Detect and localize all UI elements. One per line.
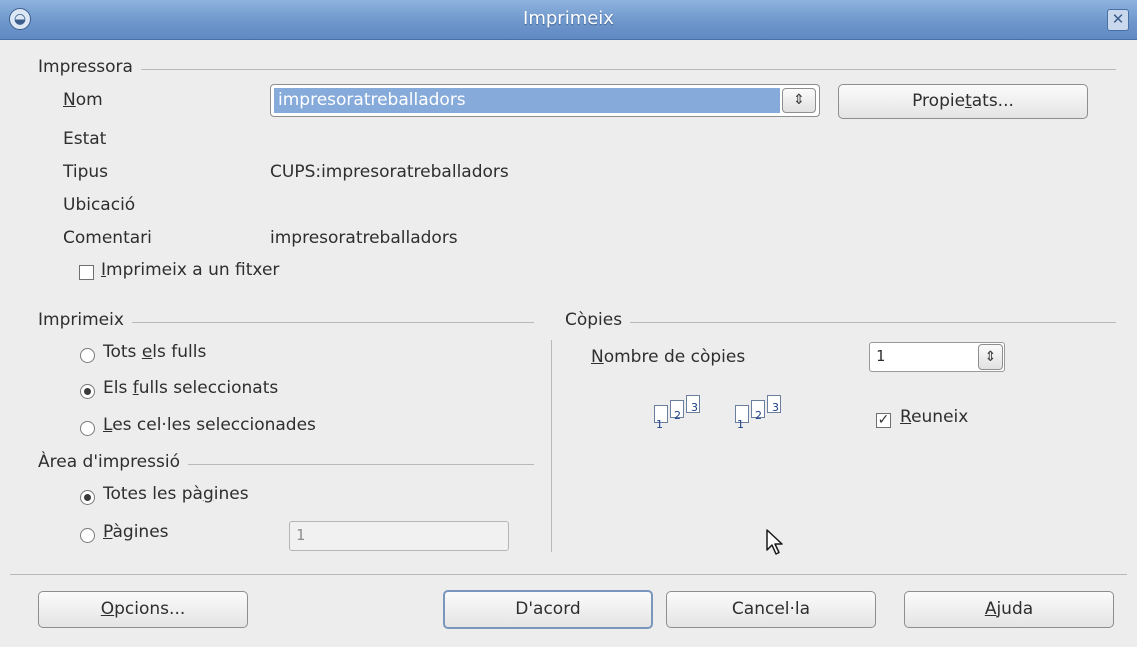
- all-pages-label[interactable]: Totes les pàgines: [103, 484, 249, 504]
- status-label: Estat: [63, 129, 107, 149]
- comment-label: Comentari: [63, 228, 152, 248]
- radio-selected-cells[interactable]: [80, 421, 95, 436]
- comment-value: impresoratreballadors: [270, 228, 458, 248]
- radio-all-pages[interactable]: [80, 490, 95, 505]
- location-label: Ubicació: [63, 195, 136, 215]
- collate-checkbox[interactable]: ✓: [876, 413, 891, 428]
- copies-spin-icon[interactable]: ⇕: [978, 344, 1003, 370]
- pages-label[interactable]: Pàgines: [103, 522, 169, 542]
- close-icon[interactable]: ✕: [1107, 9, 1129, 31]
- copies-count-label: Nombre de còpies: [591, 347, 746, 367]
- pages-input[interactable]: 1: [289, 521, 509, 551]
- print-area-group-label: Àrea d'impressió: [38, 452, 188, 472]
- printer-name-value[interactable]: impresoratreballadors: [274, 88, 780, 113]
- radio-all-sheets[interactable]: [80, 348, 95, 363]
- ok-button[interactable]: D'acord: [443, 590, 653, 629]
- printer-group-label: Impressora: [38, 57, 141, 77]
- selected-sheets-label[interactable]: Els fulls seleccionats: [103, 378, 278, 398]
- properties-button[interactable]: Propietats...: [838, 84, 1088, 119]
- window-title: Imprimeix: [523, 8, 614, 29]
- type-label: Tipus: [63, 162, 109, 182]
- type-value: CUPS:impresoratreballadors: [270, 162, 509, 182]
- copies-separator: [565, 322, 1116, 323]
- page-number-5: 2: [755, 409, 762, 422]
- page-number-3: 3: [691, 401, 698, 414]
- selected-cells-label[interactable]: Les cel·les seleccionades: [103, 415, 316, 435]
- print-to-file-label[interactable]: Imprimeix a un fitxer: [101, 260, 279, 280]
- print-range-group-label: Imprimeix: [38, 310, 132, 330]
- options-button[interactable]: Opcions...: [38, 591, 248, 628]
- cancel-button[interactable]: Cancel·la: [666, 591, 876, 628]
- printer-name-label: Nom: [63, 90, 103, 110]
- printer-group-separator: [38, 69, 1116, 70]
- copies-group-label: Còpies: [565, 310, 631, 330]
- page-number-2: 2: [674, 409, 681, 422]
- all-sheets-label[interactable]: Tots els fulls: [103, 342, 206, 362]
- collate-label[interactable]: Reuneix: [900, 407, 968, 427]
- window-menu-icon[interactable]: ◒: [9, 8, 31, 30]
- mouse-pointer-icon: [766, 529, 783, 555]
- button-row-separator: [10, 574, 1127, 575]
- radio-pages[interactable]: [80, 528, 95, 543]
- page-number-4: 1: [737, 418, 744, 431]
- radio-selected-sheets[interactable]: [80, 384, 95, 399]
- column-divider: [551, 340, 552, 552]
- print-to-file-checkbox[interactable]: [79, 265, 94, 280]
- help-button[interactable]: Ajuda: [904, 591, 1114, 628]
- page-number-6: 3: [772, 401, 779, 414]
- page-number-1: 1: [656, 418, 663, 431]
- printer-select-arrows-icon[interactable]: ⇕: [782, 88, 816, 113]
